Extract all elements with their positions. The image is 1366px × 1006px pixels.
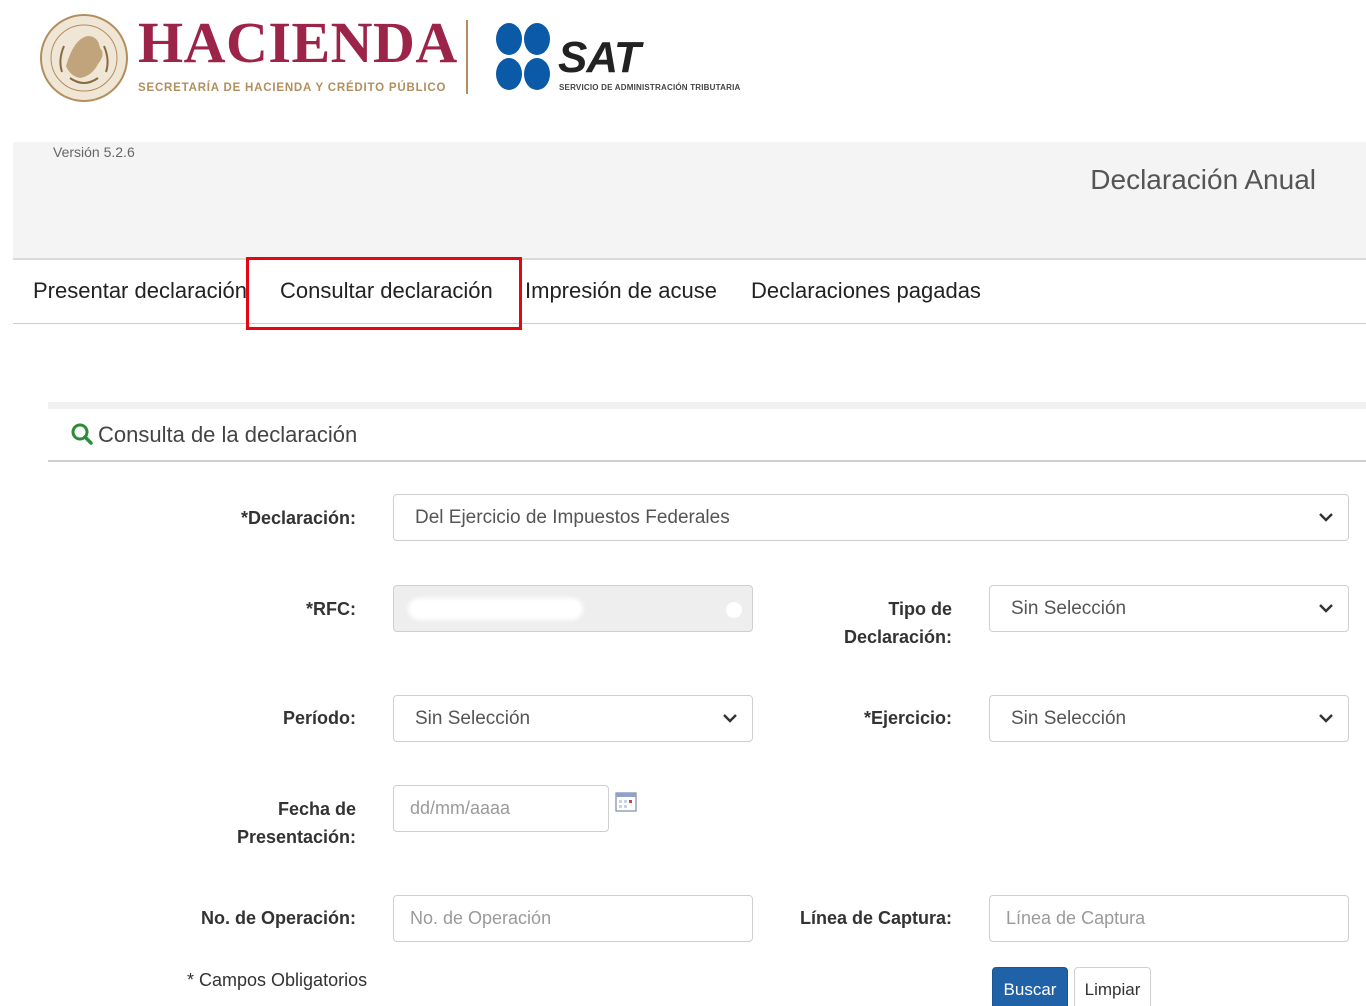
search-button[interactable]: Buscar [992,967,1068,1006]
operacion-field[interactable] [393,895,753,942]
rfc-redaction-dot [726,602,742,618]
page-title: Declaración Anual [1090,164,1316,195]
tipo-label: Tipo de Declaración: [752,595,952,651]
periodo-select[interactable]: Sin Selección [393,695,753,742]
hacienda-title: HACIENDA [138,10,458,75]
logo-divider [466,20,468,94]
search-icon [71,423,93,445]
rfc-redaction [408,598,583,620]
chevron-down-icon [723,714,737,723]
chevron-down-icon [1319,513,1333,522]
ejercicio-label: *Ejercicio: [863,708,952,728]
nav-declaraciones-pagadas[interactable]: Declaraciones pagadas [751,278,981,304]
declaracion-value: Del Ejercicio de Impuestos Federales [415,507,730,528]
operacion-input[interactable] [394,896,752,941]
linea-label: Línea de Captura: [799,908,952,928]
fecha-label-line2: Presentación: [236,827,356,847]
linea-input[interactable] [990,896,1348,941]
required-fields-note: * Campos Obligatorios [187,970,368,990]
fecha-field[interactable] [393,785,609,832]
tipo-value: Sin Selección [1011,598,1127,619]
calendar-icon[interactable] [615,791,637,813]
ejercicio-select[interactable]: Sin Selección [989,695,1349,742]
fecha-input[interactable] [394,786,608,831]
rfc-field [393,585,753,632]
declaracion-label: *Declaración: [240,508,356,528]
panel-header: Consulta de la declaración [48,402,1366,462]
sat-logo-text: SAT [558,33,641,82]
sat-logo-dots [496,23,550,90]
version-label: Versión 5.2.6 [53,144,135,160]
panel-title: Consulta de la declaración [98,422,358,447]
rfc-label: *RFC: [306,599,356,619]
site-header: HACIENDA SECRETARÍA DE HACIENDA Y CRÉDIT… [0,0,1366,140]
clear-button[interactable]: Limpiar [1074,967,1151,1006]
periodo-value: Sin Selección [415,708,531,729]
fecha-label: Fecha de Presentación: [150,795,356,851]
chevron-down-icon [1319,714,1333,723]
operacion-label: No. de Operación: [200,908,356,928]
periodo-label: Período: [282,708,356,728]
tipo-declaracion-select[interactable]: Sin Selección [989,585,1349,632]
fecha-label-line1: Fecha de [277,799,356,819]
main-nav: Presentar declaración Consultar declarac… [13,262,1366,324]
nav-consultar-declaracion[interactable]: Consultar declaración [280,278,493,304]
hacienda-subtitle: SECRETARÍA DE HACIENDA Y CRÉDITO PÚBLICO [138,82,447,94]
nav-presentar-declaracion[interactable]: Presentar declaración [33,278,247,304]
mexico-seal-logo [40,14,128,102]
sat-subtitle: SERVICIO DE ADMINISTRACIÓN TRIBUTARIA [559,83,741,92]
ejercicio-value: Sin Selección [1011,708,1127,729]
tipo-label-line2: Declaración: [843,627,952,647]
linea-field[interactable] [989,895,1349,942]
declaracion-select[interactable]: Del Ejercicio de Impuestos Federales [393,494,1349,541]
title-banner: Versión 5.2.6 Declaración Anual [13,142,1366,260]
nav-impresion-acuse[interactable]: Impresión de acuse [525,278,717,304]
chevron-down-icon [1319,604,1333,613]
tipo-label-line1: Tipo de [888,599,952,619]
